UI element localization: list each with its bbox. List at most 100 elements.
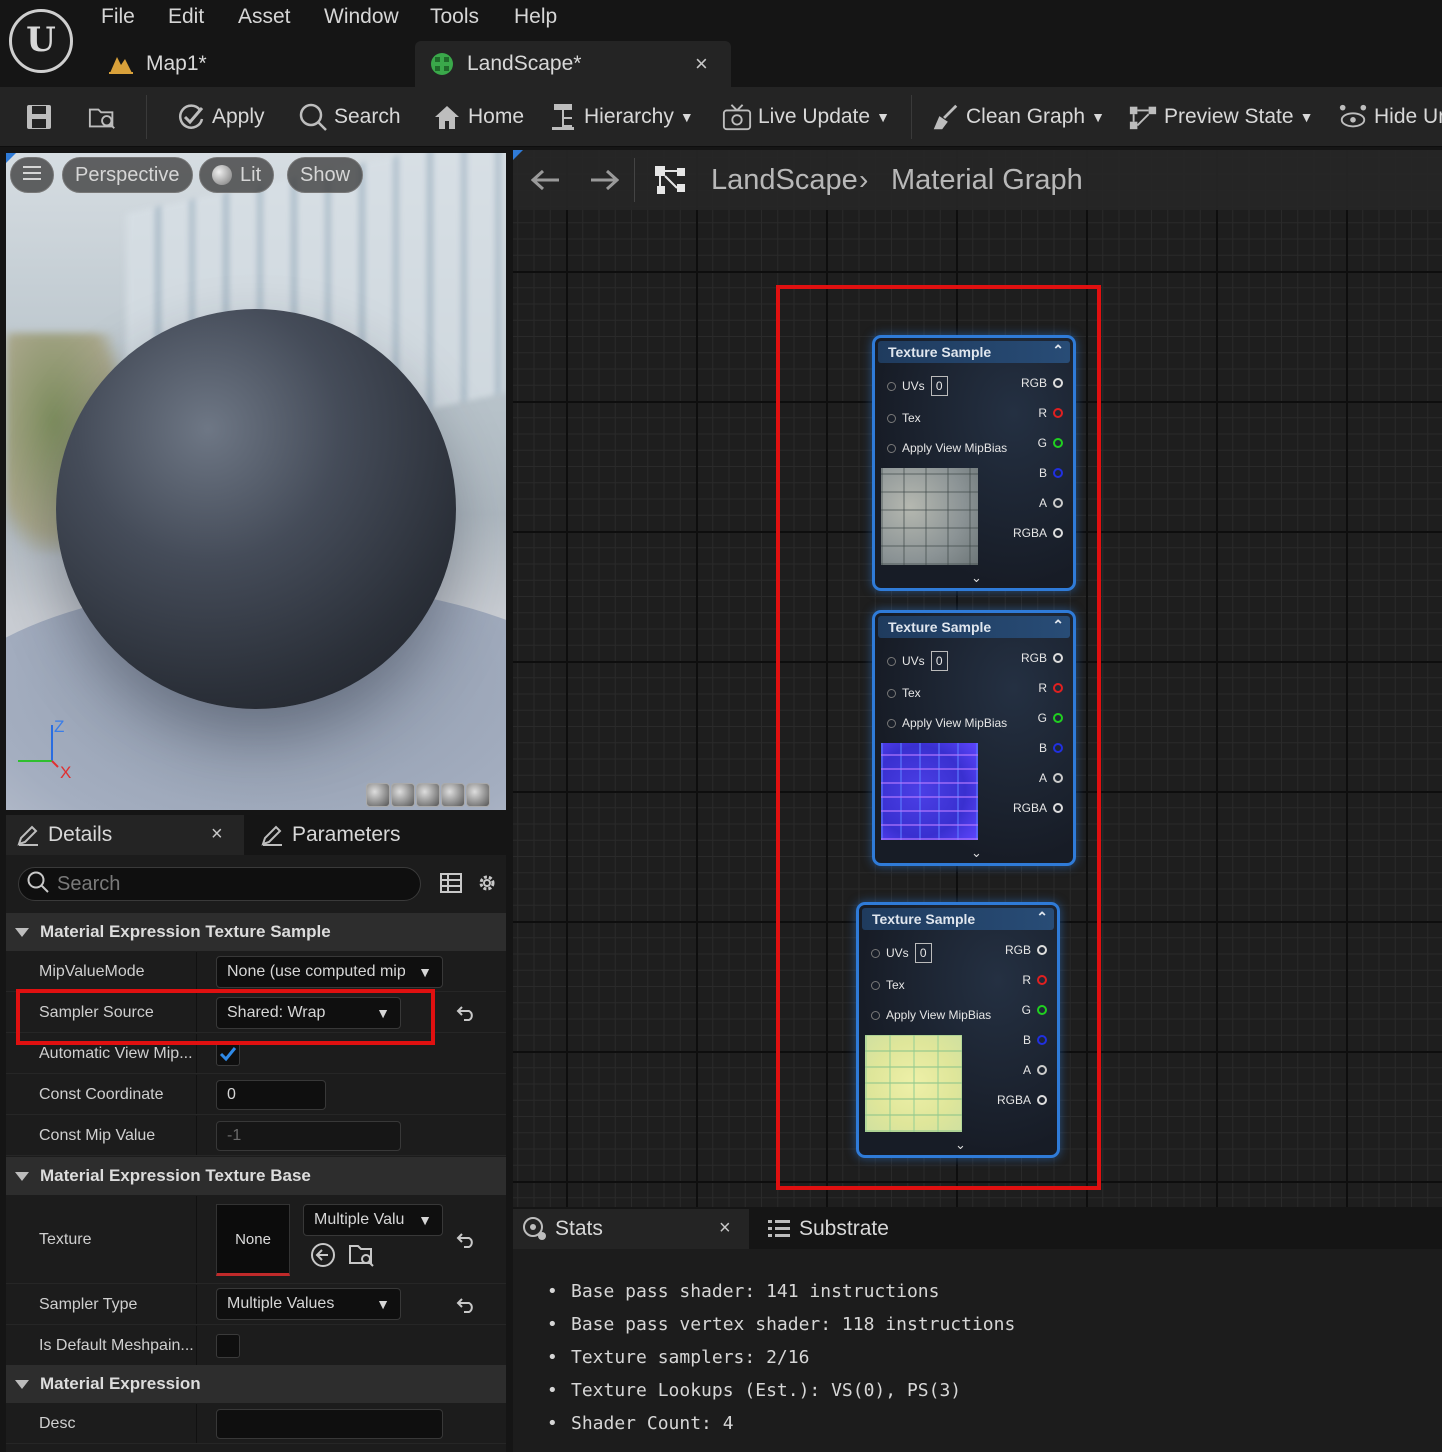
sampler-type-label: Sampler Type xyxy=(39,1295,138,1313)
live-update-label: Live Update xyxy=(758,105,871,128)
browse-asset-icon[interactable] xyxy=(348,1242,376,1273)
tab-map[interactable]: Map1* xyxy=(102,41,402,87)
collapse-arrow-icon xyxy=(15,1379,29,1389)
const-mip-value-label: Const Mip Value xyxy=(39,1126,156,1144)
settings-gear-icon[interactable] xyxy=(476,872,498,899)
stats-list: Base pass shader: 141 instructions Base … xyxy=(547,1275,1015,1440)
browse-button[interactable] xyxy=(88,87,124,147)
default-meshpaint-checkbox[interactable] xyxy=(216,1334,240,1358)
home-icon xyxy=(432,102,462,132)
sampler-type-dropdown[interactable]: Multiple Values ▼ xyxy=(216,1288,401,1320)
desc-input[interactable] xyxy=(216,1409,443,1439)
live-update-button[interactable]: Live Update ▼ xyxy=(722,87,890,147)
menu-file[interactable]: File xyxy=(97,5,139,29)
plane-shape-icon[interactable] xyxy=(416,783,440,807)
search-button[interactable]: Search xyxy=(298,87,401,147)
preview-state-button[interactable]: Preview State ▼ xyxy=(1128,87,1313,147)
breadcrumb-chevron-icon: › xyxy=(859,164,869,195)
breadcrumb-root[interactable]: LandScape xyxy=(711,150,858,210)
checkmark-icon xyxy=(219,1047,237,1062)
row-default-meshpaint: Is Default Meshpain... xyxy=(6,1326,506,1366)
cylinder-shape-icon[interactable] xyxy=(366,783,390,807)
tab-substrate[interactable]: Substrate xyxy=(761,1209,889,1249)
category-texture-sample[interactable]: Material Expression Texture Sample xyxy=(6,913,506,951)
reset-to-default-icon[interactable] xyxy=(454,1228,478,1252)
row-desc: Desc xyxy=(6,1404,506,1444)
texture-dropdown-value: Multiple Valu xyxy=(314,1211,405,1228)
sampler-type-value: Multiple Values xyxy=(227,1295,335,1312)
clean-graph-label: Clean Graph xyxy=(966,105,1086,128)
back-button[interactable] xyxy=(531,150,561,210)
const-mip-value-input: -1 xyxy=(216,1121,401,1151)
row-mip-value-mode: MipValueMode None (use computed mip ▼ xyxy=(6,952,506,992)
preview-state-label: Preview State xyxy=(1164,105,1294,128)
chevron-down-icon: ▼ xyxy=(1091,109,1105,125)
const-coordinate-input[interactable]: 0 xyxy=(216,1080,326,1110)
row-texture: Texture None Multiple Valu ▼ xyxy=(6,1196,506,1284)
mip-value-mode-label: MipValueMode xyxy=(39,962,145,980)
row-const-mip-value: Const Mip Value -1 xyxy=(6,1116,506,1156)
row-const-coordinate: Const Coordinate 0 xyxy=(6,1075,506,1115)
home-button[interactable]: Home xyxy=(432,87,524,147)
search-icon xyxy=(298,102,328,132)
viewport-menu-button[interactable] xyxy=(10,157,54,193)
details-search[interactable] xyxy=(18,867,421,901)
hide-unrelated-button[interactable]: Hide Un xyxy=(1338,87,1442,147)
lit-icon xyxy=(212,165,232,185)
broom-icon xyxy=(930,102,960,132)
details-search-input[interactable] xyxy=(57,872,397,896)
hierarchy-button[interactable]: Hierarchy ▼ xyxy=(548,87,694,147)
preview-viewport[interactable]: Perspective Lit Show Z X xyxy=(6,153,506,810)
tab-details[interactable]: Details × xyxy=(6,815,244,855)
tab-map-label: Map1* xyxy=(146,52,207,75)
cube-shape-icon[interactable] xyxy=(441,783,465,807)
texture-thumbnail[interactable]: None xyxy=(216,1204,290,1276)
toolbar-separator xyxy=(911,95,912,139)
preview-state-icon xyxy=(1128,102,1158,132)
category-texture-base-label: Material Expression Texture Base xyxy=(40,1166,311,1185)
reset-to-default-icon[interactable] xyxy=(454,1001,478,1025)
use-selected-asset-icon[interactable] xyxy=(310,1242,336,1273)
category-texture-base[interactable]: Material Expression Texture Base xyxy=(6,1157,506,1195)
chevron-down-icon: ▼ xyxy=(1299,109,1314,125)
menu-asset[interactable]: Asset xyxy=(234,5,295,29)
tab-landscape[interactable]: LandScape* × xyxy=(415,41,731,87)
search-icon xyxy=(27,871,49,898)
table-view-icon[interactable] xyxy=(440,872,462,899)
close-stats-icon[interactable]: × xyxy=(719,1217,731,1240)
menu-edit[interactable]: Edit xyxy=(164,5,208,29)
forward-button[interactable] xyxy=(589,150,619,210)
reset-to-default-icon[interactable] xyxy=(454,1293,478,1317)
stats-line: Texture Lookups (Est.): VS(0), PS(3) xyxy=(547,1374,1015,1407)
category-material-expression[interactable]: Material Expression xyxy=(6,1365,506,1403)
tab-parameters[interactable]: Parameters xyxy=(252,815,401,855)
graph-focus-corner xyxy=(513,150,523,160)
clean-graph-button[interactable]: Clean Graph ▼ xyxy=(930,87,1105,147)
menu-window[interactable]: Window xyxy=(320,5,403,29)
chevron-down-icon: ▼ xyxy=(679,109,694,125)
default-meshpaint-label: Is Default Meshpain... xyxy=(39,1336,194,1354)
unreal-logo-icon[interactable]: U xyxy=(9,9,73,73)
save-button[interactable] xyxy=(24,87,60,147)
custom-mesh-icon[interactable] xyxy=(466,783,490,807)
close-details-icon[interactable]: × xyxy=(211,823,223,846)
lit-label: Lit xyxy=(240,163,262,186)
lit-button[interactable]: Lit xyxy=(199,157,275,193)
close-tab-icon[interactable]: × xyxy=(695,51,708,77)
apply-button[interactable]: Apply xyxy=(176,87,265,147)
sphere-shape-icon[interactable] xyxy=(391,783,415,807)
automatic-view-mip-checkbox[interactable] xyxy=(216,1042,240,1066)
desc-label: Desc xyxy=(39,1414,76,1432)
tab-stats[interactable]: Stats × xyxy=(513,1209,749,1249)
texture-dropdown[interactable]: Multiple Valu ▼ xyxy=(303,1204,443,1236)
menu-help[interactable]: Help xyxy=(510,5,561,29)
search-label: Search xyxy=(334,105,401,128)
graph-header: LandScape › Material Graph xyxy=(513,150,1442,210)
texture-label: Texture xyxy=(39,1230,92,1248)
menu-tools[interactable]: Tools xyxy=(426,5,483,29)
preview-sphere xyxy=(56,309,456,709)
show-button[interactable]: Show xyxy=(287,157,364,193)
toolbar: Apply Search Home Hierarchy ▼ Live Updat… xyxy=(0,87,1442,147)
perspective-button[interactable]: Perspective xyxy=(62,157,193,193)
mip-value-mode-dropdown[interactable]: None (use computed mip ▼ xyxy=(216,956,443,988)
